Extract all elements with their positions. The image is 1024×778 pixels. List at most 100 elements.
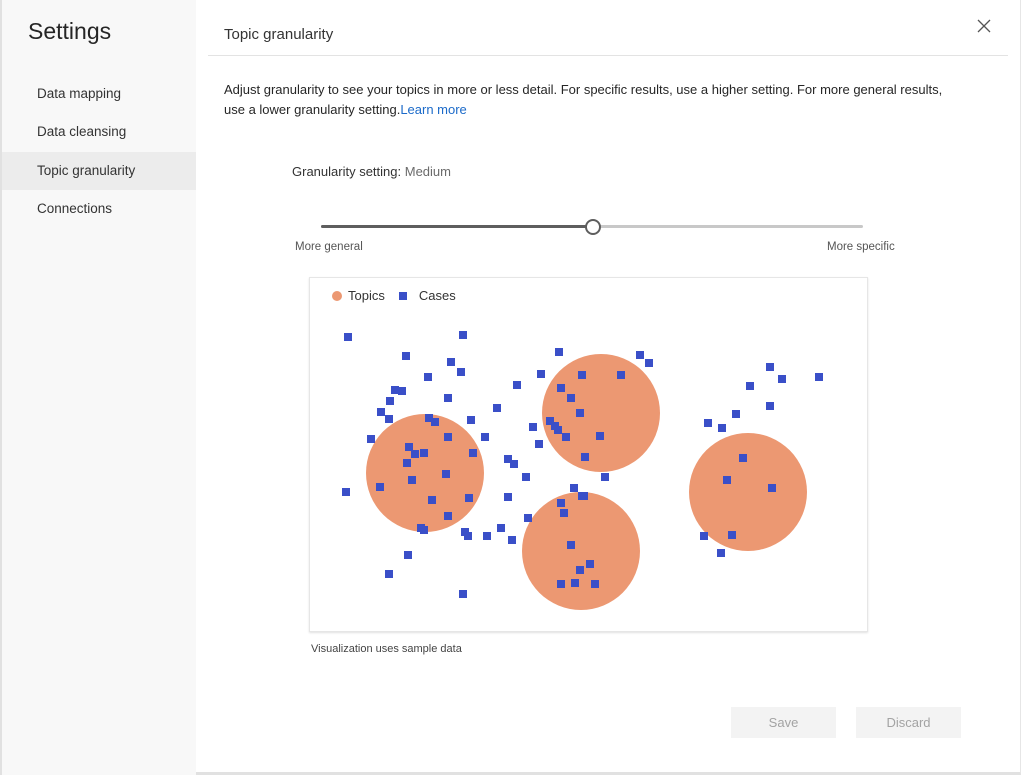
sidebar-title: Settings — [28, 18, 112, 44]
case-point — [570, 484, 578, 492]
case-point — [580, 492, 588, 500]
case-point — [645, 359, 653, 367]
case-point — [508, 536, 516, 544]
slider-min-label: More general — [295, 241, 363, 253]
case-point — [567, 394, 575, 402]
case-point — [405, 443, 413, 451]
case-point — [447, 358, 455, 366]
case-point — [444, 433, 452, 441]
case-point — [576, 409, 584, 417]
slider-max-label: More specific — [827, 241, 895, 253]
case-point — [529, 423, 537, 431]
case-point — [636, 351, 644, 359]
case-point — [766, 363, 774, 371]
topic-chart: Topics Cases — [309, 277, 868, 632]
case-point — [483, 532, 491, 540]
case-point — [617, 371, 625, 379]
case-point — [596, 432, 604, 440]
granularity-label-text: Granularity setting: — [292, 164, 402, 179]
learn-more-link[interactable]: Learn more — [400, 102, 466, 117]
title-divider — [208, 55, 1008, 56]
case-point — [391, 386, 399, 394]
case-point — [442, 470, 450, 478]
case-point — [481, 433, 489, 441]
legend-cases-label: Cases — [418, 288, 456, 303]
case-point — [386, 397, 394, 405]
sidebar: Settings Data mapping Data cleansing Top… — [2, 0, 196, 775]
case-point — [420, 449, 428, 457]
save-button[interactable]: Save — [731, 707, 836, 738]
topic-circle — [366, 414, 484, 532]
case-point — [768, 484, 776, 492]
sidebar-item-topic-granularity[interactable]: Topic granularity — [2, 152, 196, 190]
close-button[interactable] — [974, 16, 994, 36]
case-point — [457, 368, 465, 376]
case-point — [367, 435, 375, 443]
case-point — [376, 483, 384, 491]
case-point — [431, 418, 439, 426]
case-point — [537, 370, 545, 378]
page-title: Topic granularity — [224, 26, 334, 43]
case-point — [555, 348, 563, 356]
slider-fill — [321, 225, 592, 228]
case-point — [385, 415, 393, 423]
description-text: Adjust granularity to see your topics in… — [224, 82, 943, 117]
case-point — [459, 590, 467, 598]
case-point — [591, 580, 599, 588]
case-point — [766, 402, 774, 410]
case-point — [567, 541, 575, 549]
case-point — [398, 387, 406, 395]
case-point — [497, 524, 505, 532]
case-point — [513, 381, 521, 389]
case-point — [718, 424, 726, 432]
case-point — [342, 488, 350, 496]
case-point — [469, 449, 477, 457]
granularity-slider[interactable] — [321, 219, 863, 235]
granularity-value: Medium — [404, 164, 451, 179]
case-point — [402, 352, 410, 360]
case-point — [428, 496, 436, 504]
case-point — [554, 426, 562, 434]
legend-cases-marker — [398, 291, 407, 300]
close-icon — [977, 19, 991, 33]
case-point — [557, 499, 565, 507]
legend-topics-marker — [332, 290, 342, 301]
case-point — [420, 526, 428, 534]
slider-thumb[interactable] — [585, 219, 601, 235]
topic-circle — [542, 354, 660, 472]
case-point — [601, 473, 609, 481]
case-point — [746, 382, 754, 390]
case-point — [385, 570, 393, 578]
sidebar-item-data-mapping[interactable]: Data mapping — [2, 75, 196, 113]
sidebar-item-connections[interactable]: Connections — [2, 190, 196, 228]
description: Adjust granularity to see your topics in… — [224, 80, 964, 120]
case-point — [571, 579, 579, 587]
case-point — [524, 514, 532, 522]
case-point — [424, 373, 432, 381]
case-point — [700, 532, 708, 540]
case-point — [459, 331, 467, 339]
case-point — [732, 410, 740, 418]
chart-caption: Visualization uses sample data — [311, 643, 462, 655]
case-point — [411, 450, 419, 458]
case-point — [562, 433, 570, 441]
case-point — [444, 512, 452, 520]
case-point — [467, 416, 475, 424]
case-point — [535, 440, 543, 448]
case-point — [404, 551, 412, 559]
discard-button[interactable]: Discard — [856, 707, 961, 738]
case-point — [578, 371, 586, 379]
case-point — [557, 580, 565, 588]
case-point — [778, 375, 786, 383]
case-point — [403, 459, 411, 467]
case-point — [576, 566, 584, 574]
case-point — [739, 454, 747, 462]
case-point — [557, 384, 565, 392]
case-point — [815, 373, 823, 381]
case-point — [522, 473, 530, 481]
case-point — [586, 560, 594, 568]
case-point — [728, 531, 736, 539]
case-point — [510, 460, 518, 468]
sidebar-item-data-cleansing[interactable]: Data cleansing — [2, 113, 196, 151]
case-point — [717, 549, 725, 557]
